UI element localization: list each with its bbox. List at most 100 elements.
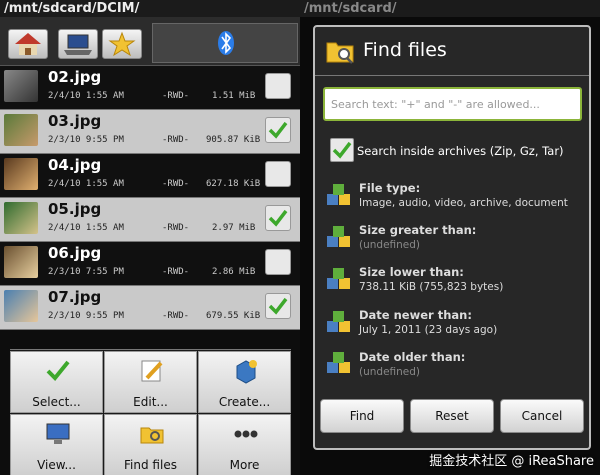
option-value: (undefined)	[359, 366, 421, 378]
option-value: (undefined)	[359, 239, 421, 251]
option-title: Size greater than:	[359, 223, 477, 237]
laptop-icon	[64, 34, 92, 55]
option-value: 738.11 KiB (755,823 bytes)	[359, 281, 504, 293]
file-row[interactable]: 04.jpg 2/4/10 1:55 AM -RWD- 627.18 KiB	[0, 154, 300, 198]
folder-search-icon	[326, 42, 354, 64]
folder-search-icon	[140, 427, 164, 444]
file-row[interactable]: 05.jpg 2/4/10 1:55 AM -RWD- 2.97 MiB	[0, 198, 300, 242]
file-attrs: -RWD-	[162, 135, 190, 145]
cancel-button[interactable]: Cancel	[500, 399, 584, 433]
file-size: 905.87 KiB	[206, 135, 261, 145]
thumbnail	[4, 70, 38, 102]
find-files-menu-item[interactable]: Find files	[104, 414, 197, 475]
checkmark-icon	[268, 121, 288, 139]
toolbar	[0, 17, 300, 66]
row-checkbox[interactable]	[265, 117, 291, 143]
option-title: Size lower than:	[359, 265, 464, 279]
file-row[interactable]: 06.jpg 2/3/10 7:55 PM -RWD- 2.86 MiB	[0, 242, 300, 286]
option-title: File type:	[359, 181, 421, 195]
path-bar: /mnt/sdcard/	[300, 0, 600, 17]
select-menu-item[interactable]: Select...	[10, 351, 103, 413]
find-files-pane: /mnt/sdcard/ Find files Search inside ar…	[300, 0, 600, 475]
file-row[interactable]: 07.jpg 2/3/10 9:55 PM -RWD- 679.55 KiB	[0, 286, 300, 330]
more-dots-icon	[234, 430, 258, 438]
menu-label: More	[229, 458, 260, 472]
checkmark-icon	[332, 141, 352, 159]
checkmark-icon	[268, 209, 288, 227]
divider	[315, 75, 589, 76]
device-button[interactable]	[58, 29, 98, 59]
menu-label: Select...	[32, 395, 81, 409]
watermark: 掘金技术社区 @ iReaShare	[429, 454, 594, 469]
file-size: 1.51 MiB	[212, 91, 256, 101]
option-title: Date older than:	[359, 350, 466, 364]
favorites-button[interactable]	[102, 29, 142, 59]
reset-button[interactable]: Reset	[410, 399, 494, 433]
thumbnail	[4, 290, 38, 322]
thumbnail	[4, 158, 38, 190]
file-name: 02.jpg	[48, 68, 102, 86]
blocks-icon	[327, 226, 350, 247]
bluetooth-tab[interactable]	[152, 23, 298, 63]
find-button[interactable]: Find	[320, 399, 404, 433]
blocks-icon	[327, 311, 350, 332]
edit-menu-item[interactable]: Edit...	[104, 351, 197, 413]
more-menu-item[interactable]: More	[198, 414, 291, 475]
bluetooth-icon	[218, 31, 234, 55]
blocks-icon	[327, 184, 350, 205]
file-size: 627.18 KiB	[206, 179, 261, 189]
row-checkbox[interactable]	[265, 249, 291, 275]
menu-label: Create...	[218, 395, 271, 409]
view-menu-item[interactable]: View...	[10, 414, 103, 475]
file-size: 679.55 KiB	[206, 311, 261, 321]
search-field-container	[323, 87, 582, 121]
option-value: July 1, 2011 (23 days ago)	[359, 324, 498, 336]
menu-label: Edit...	[133, 395, 168, 409]
file-attrs: -RWD-	[162, 223, 190, 233]
home-icon	[15, 33, 41, 55]
file-date: 2/4/10 1:55 AM	[48, 179, 124, 189]
menu-label: View...	[37, 458, 76, 472]
box-icon	[236, 360, 257, 384]
create-menu-item[interactable]: Create...	[198, 351, 291, 413]
find-files-dialog: Find files Search inside archives (Zip, …	[313, 25, 591, 450]
pencil-icon	[141, 360, 163, 382]
file-row[interactable]: 03.jpg 2/3/10 9:55 PM -RWD- 905.87 KiB	[0, 110, 300, 154]
row-checkbox[interactable]	[265, 161, 291, 187]
file-date: 2/4/10 1:55 AM	[48, 223, 124, 233]
file-date: 2/3/10 9:55 PM	[48, 135, 124, 145]
option-title: Date newer than:	[359, 308, 472, 322]
home-button[interactable]	[8, 29, 48, 59]
row-checkbox[interactable]	[265, 73, 291, 99]
thumbnail	[4, 202, 38, 234]
row-checkbox[interactable]	[265, 205, 291, 231]
blocks-icon	[327, 352, 350, 373]
row-checkbox[interactable]	[265, 293, 291, 319]
checkmark-icon	[46, 360, 70, 381]
file-name: 04.jpg	[48, 156, 102, 174]
search-archives-label: Search inside archives (Zip, Gz, Tar)	[357, 144, 564, 158]
file-date: 2/3/10 7:55 PM	[48, 267, 124, 277]
file-attrs: -RWD-	[162, 91, 190, 101]
monitor-icon	[46, 423, 70, 444]
file-attrs: -RWD-	[162, 311, 190, 321]
search-archives-checkbox[interactable]	[330, 138, 354, 162]
file-name: 07.jpg	[48, 288, 102, 306]
blocks-icon	[327, 268, 350, 289]
thumbnail	[4, 246, 38, 278]
option-value: Image, audio, video, archive, document	[359, 197, 568, 209]
file-row[interactable]: 02.jpg 2/4/10 1:55 AM -RWD- 1.51 MiB	[0, 66, 300, 110]
path-bar: /mnt/sdcard/DCIM/	[0, 0, 300, 17]
file-date: 2/4/10 1:55 AM	[48, 91, 124, 101]
file-name: 05.jpg	[48, 200, 102, 218]
menu-label: Find files	[124, 458, 177, 472]
options-menu: Select... Edit... Create... View... Find…	[10, 349, 291, 475]
file-size: 2.97 MiB	[212, 223, 256, 233]
star-icon	[108, 31, 136, 57]
file-date: 2/3/10 9:55 PM	[48, 311, 124, 321]
search-input[interactable]	[325, 89, 580, 119]
file-attrs: -RWD-	[162, 267, 190, 277]
checkmark-icon	[268, 297, 288, 315]
file-name: 06.jpg	[48, 244, 102, 262]
dialog-title: Find files	[363, 39, 447, 61]
